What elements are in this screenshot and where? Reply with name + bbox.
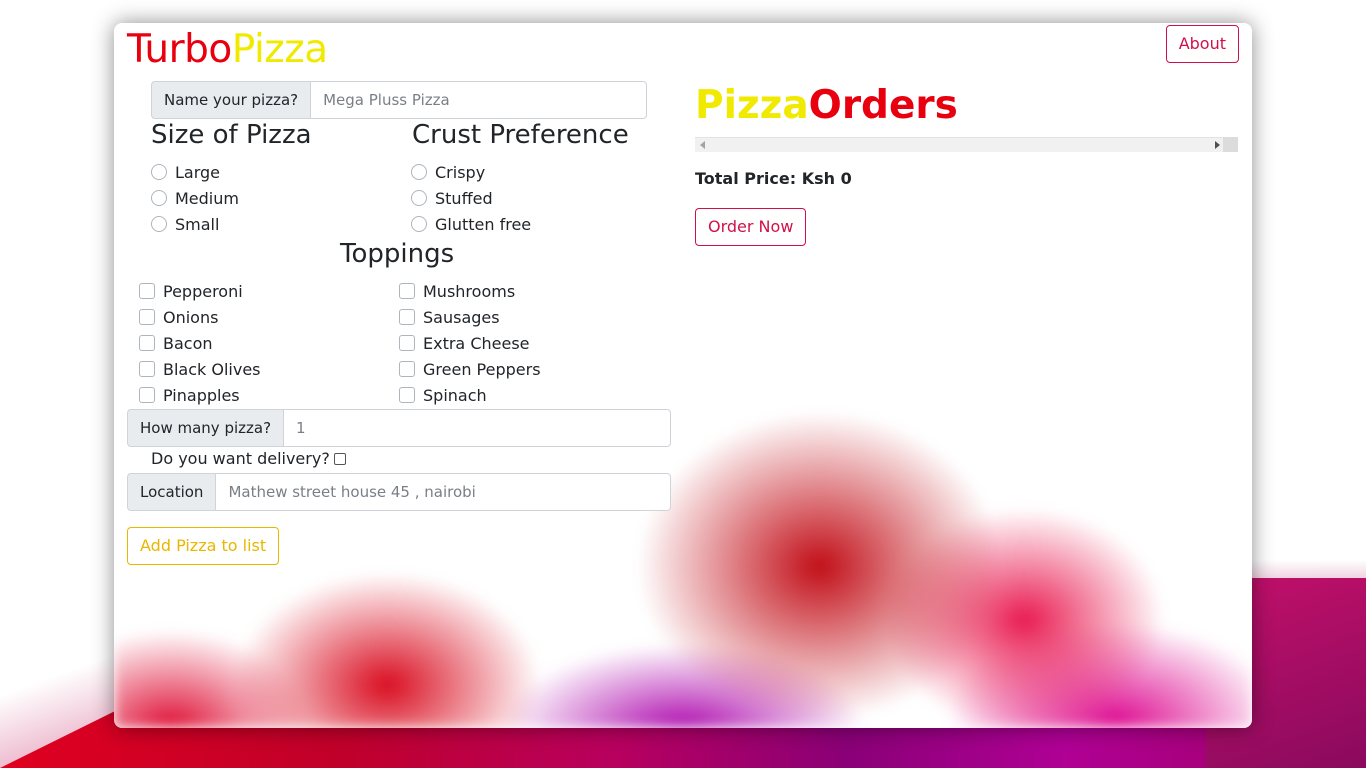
topping-onions[interactable]: Onions bbox=[139, 307, 218, 327]
topping-spinach[interactable]: Spinach bbox=[399, 385, 487, 405]
topping-black-olives[interactable]: Black Olives bbox=[139, 359, 261, 379]
brand-part-turbo: Turbo bbox=[127, 27, 232, 72]
crust-crispy-label: Crispy bbox=[435, 162, 486, 182]
quantity-group: How many pizza? bbox=[127, 409, 671, 447]
location-input[interactable] bbox=[215, 473, 671, 511]
delivery-checkbox[interactable] bbox=[333, 453, 346, 465]
quantity-label: How many pizza? bbox=[127, 409, 284, 447]
topping-green-peppers-checkbox[interactable] bbox=[399, 361, 415, 377]
brand-logo: TurboPizza bbox=[127, 25, 328, 75]
topping-pinapples-label: Pinapples bbox=[163, 385, 240, 405]
scroll-left-arrow-icon[interactable] bbox=[700, 141, 705, 149]
topping-sausages-checkbox[interactable] bbox=[399, 309, 415, 325]
topping-bacon-label: Bacon bbox=[163, 333, 213, 353]
topping-pinapples-checkbox[interactable] bbox=[139, 387, 155, 403]
crust-option-gluten-free[interactable]: Glutten free bbox=[411, 214, 531, 234]
topping-bacon-checkbox[interactable] bbox=[139, 335, 155, 351]
size-medium-label: Medium bbox=[175, 188, 239, 208]
orders-title: PizzaOrders bbox=[695, 81, 958, 131]
topping-extra-cheese-label: Extra Cheese bbox=[423, 333, 530, 353]
toppings-title: Toppings bbox=[340, 239, 455, 269]
crust-option-stuffed[interactable]: Stuffed bbox=[411, 188, 493, 208]
location-group: Location bbox=[127, 473, 671, 511]
pizza-name-input[interactable] bbox=[310, 81, 647, 119]
topping-spinach-label: Spinach bbox=[423, 385, 487, 405]
topping-pepperoni-label: Pepperoni bbox=[163, 281, 243, 301]
topping-mushrooms[interactable]: Mushrooms bbox=[399, 281, 515, 301]
crust-crispy-radio[interactable] bbox=[411, 164, 427, 180]
topping-green-peppers-label: Green Peppers bbox=[423, 359, 541, 379]
size-small-label: Small bbox=[175, 214, 220, 234]
topping-extra-cheese[interactable]: Extra Cheese bbox=[399, 333, 530, 353]
size-medium-radio[interactable] bbox=[151, 190, 167, 206]
topping-pepperoni-checkbox[interactable] bbox=[139, 283, 155, 299]
topping-mushrooms-label: Mushrooms bbox=[423, 281, 516, 301]
orders-title-part-pizza: Pizza bbox=[695, 83, 809, 128]
topping-black-olives-checkbox[interactable] bbox=[139, 361, 155, 377]
pizza-name-group: Name your pizza? bbox=[151, 81, 647, 119]
delivery-row: Do you want delivery? bbox=[151, 449, 346, 468]
pizza-name-label: Name your pizza? bbox=[151, 81, 311, 119]
size-option-small[interactable]: Small bbox=[151, 214, 219, 234]
crust-stuffed-radio[interactable] bbox=[411, 190, 427, 206]
size-small-radio[interactable] bbox=[151, 216, 167, 232]
topping-sausages-label: Sausages bbox=[423, 307, 500, 327]
about-button[interactable]: About bbox=[1165, 25, 1239, 63]
total-price: Total Price: Ksh 0 bbox=[695, 169, 852, 188]
topping-green-peppers[interactable]: Green Peppers bbox=[399, 359, 541, 379]
orders-horizontal-scrollbar[interactable] bbox=[695, 137, 1238, 152]
delivery-label: Do you want delivery? bbox=[151, 449, 330, 468]
scroll-right-arrow-icon[interactable] bbox=[1215, 141, 1220, 149]
topping-sausages[interactable]: Sausages bbox=[399, 307, 500, 327]
size-large-label: Large bbox=[175, 162, 221, 182]
topping-onions-checkbox[interactable] bbox=[139, 309, 155, 325]
topping-spinach-checkbox[interactable] bbox=[399, 387, 415, 403]
crust-option-crispy[interactable]: Crispy bbox=[411, 162, 485, 182]
crust-title: Crust Preference bbox=[412, 120, 629, 150]
topping-bacon[interactable]: Bacon bbox=[139, 333, 213, 353]
crust-gluten-free-label: Glutten free bbox=[435, 214, 532, 234]
size-option-large[interactable]: Large bbox=[151, 162, 220, 182]
crust-gluten-free-radio[interactable] bbox=[411, 216, 427, 232]
topping-pepperoni[interactable]: Pepperoni bbox=[139, 281, 243, 301]
order-now-button[interactable]: Order Now bbox=[695, 208, 807, 246]
location-label: Location bbox=[127, 473, 216, 511]
size-option-medium[interactable]: Medium bbox=[151, 188, 239, 208]
add-pizza-button[interactable]: Add Pizza to list bbox=[127, 527, 280, 565]
main-card: TurboPizza About Name your pizza? Size o… bbox=[114, 23, 1252, 728]
size-large-radio[interactable] bbox=[151, 164, 167, 180]
crust-stuffed-label: Stuffed bbox=[435, 188, 493, 208]
topping-extra-cheese-checkbox[interactable] bbox=[399, 335, 415, 351]
size-title: Size of Pizza bbox=[151, 120, 312, 150]
quantity-input[interactable] bbox=[283, 409, 671, 447]
topping-onions-label: Onions bbox=[163, 307, 219, 327]
scrollbar-corner bbox=[1223, 137, 1238, 152]
orders-title-part-orders: Orders bbox=[808, 83, 958, 128]
topping-pinapples[interactable]: Pinapples bbox=[139, 385, 240, 405]
brand-part-pizza: Pizza bbox=[231, 27, 328, 72]
topping-black-olives-label: Black Olives bbox=[163, 359, 261, 379]
topping-mushrooms-checkbox[interactable] bbox=[399, 283, 415, 299]
